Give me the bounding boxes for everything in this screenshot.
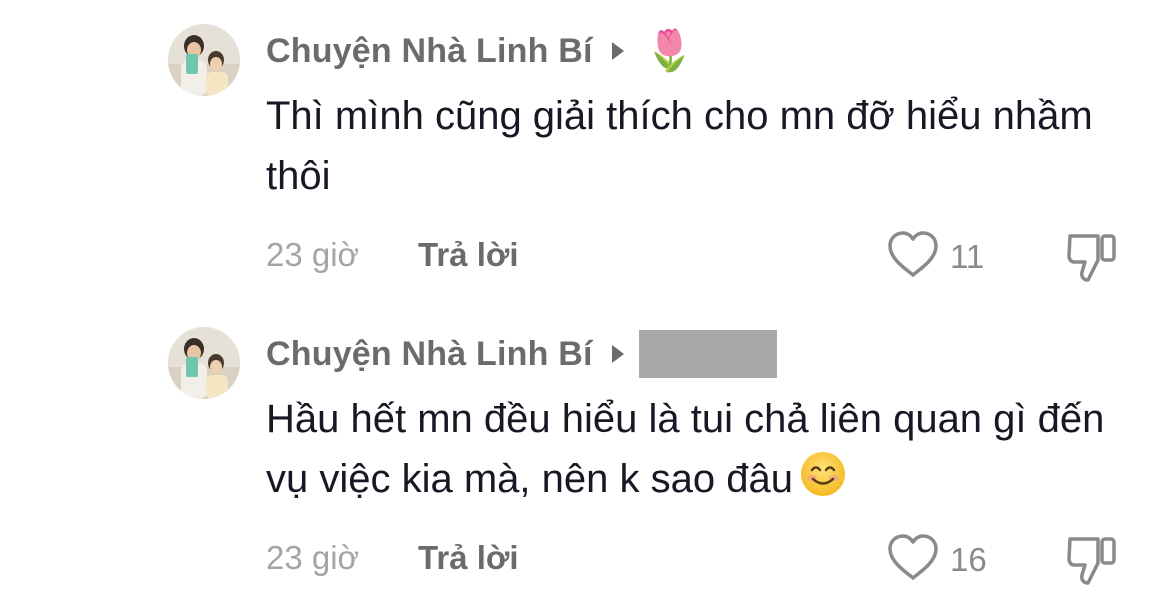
reply-button[interactable]: Trả lời — [418, 539, 519, 577]
play-triangle-icon — [611, 344, 625, 364]
redacted-reply-target — [638, 330, 777, 378]
thumbs-down-outline-icon[interactable] — [1064, 533, 1120, 587]
timestamp: 23 giờ — [266, 236, 360, 273]
like-count: 11 — [950, 238, 985, 275]
author-row: Chuyện Nhà Linh Bí — [266, 329, 777, 379]
reply-button[interactable]: Trả lời — [418, 236, 519, 274]
comment-meta: 23 giờ Trả lời 11 — [266, 228, 1146, 282]
smiling-face-emoji — [799, 450, 847, 515]
comment-text: Hầu hết mn đều hiểu là tui chả liên quan… — [266, 389, 1126, 515]
author-row: Chuyện Nhà Linh Bí 🌷 — [266, 26, 694, 76]
comment-text: Thì mình cũng giải thích cho mn đỡ hiểu … — [266, 94, 1093, 198]
timestamp: 23 giờ — [266, 539, 360, 576]
reply-target-emoji: 🌷 — [644, 29, 695, 73]
comment-text-body: Hầu hết mn đều hiểu là tui chả liên quan… — [266, 397, 1105, 501]
heart-outline-icon[interactable] — [886, 230, 940, 280]
avatar[interactable] — [168, 24, 240, 96]
comment-meta: 23 giờ Trả lời 16 — [266, 531, 1146, 585]
author-name[interactable]: Chuyện Nhà Linh Bí — [266, 335, 593, 374]
heart-outline-icon[interactable] — [886, 533, 940, 583]
like-count: 16 — [950, 541, 987, 578]
thumbs-down-outline-icon[interactable] — [1064, 230, 1120, 284]
author-name[interactable]: Chuyện Nhà Linh Bí — [266, 32, 593, 71]
play-triangle-icon — [611, 41, 625, 61]
avatar[interactable] — [168, 327, 240, 399]
